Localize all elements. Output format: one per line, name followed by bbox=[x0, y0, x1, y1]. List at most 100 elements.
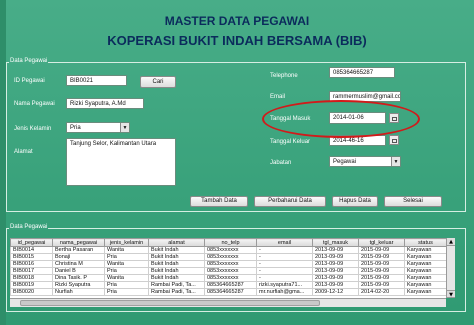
table-cell: 085364665287 bbox=[204, 288, 257, 296]
column-header-tgl-keluar[interactable]: tgl_keluar bbox=[358, 238, 405, 247]
table-cell: 2013-09-09 bbox=[312, 281, 359, 289]
table-cell: Nurfiah bbox=[52, 288, 105, 296]
telephone-label: Telephone bbox=[270, 73, 298, 79]
table-cell: mr.nurfiah@gma... bbox=[256, 288, 313, 296]
table-cell: Rizki Syaputra bbox=[52, 281, 105, 289]
table-row[interactable]: BIB0017 Daniel B Pria Bukit Indah 0853xxxxxx… bbox=[10, 267, 446, 275]
table-cell: 0853xxxxxxx bbox=[204, 253, 257, 261]
table-cell: - bbox=[256, 253, 313, 261]
table-row[interactable]: BIB0014 Bertha Pasaran Wanita Bukit Indah 08… bbox=[10, 246, 446, 254]
table-cell: Dina Tasik. P bbox=[52, 274, 105, 282]
table-cell: 2015-09-09 bbox=[358, 281, 405, 289]
table-cell: Bukit Indah bbox=[148, 260, 205, 268]
table-cell: Bonaji bbox=[52, 253, 105, 261]
column-header-no-telp[interactable]: no_telp bbox=[204, 238, 257, 247]
table-cell: 0853xxxxxxx bbox=[204, 260, 257, 268]
table-cell: Bertha Pasaran bbox=[52, 246, 105, 254]
column-header-status[interactable]: status bbox=[404, 238, 446, 247]
table-cell: BIB0014 bbox=[10, 246, 53, 254]
table-row[interactable]: BIB0018 Dina Tasik. P Wanita Bukit Indah 085… bbox=[10, 274, 446, 282]
page-title: MASTER DATA PEGAWAI bbox=[164, 14, 310, 28]
id-pegawai-label: ID Pegawai bbox=[14, 78, 45, 84]
table-cell: Bukit Indah bbox=[148, 253, 205, 261]
calendar-icon[interactable] bbox=[389, 135, 399, 145]
table-cell: Pria bbox=[104, 253, 149, 261]
table-cell: 2013-09-09 bbox=[312, 274, 359, 282]
email-label: Email bbox=[270, 94, 286, 100]
hapus-data-button[interactable]: Hapus Data bbox=[332, 196, 378, 207]
scroll-up-icon[interactable]: ▲ bbox=[447, 238, 455, 246]
pegawai-table-container[interactable]: id_pegawai nama_pegawai jenis_kelamin alama… bbox=[10, 238, 446, 298]
table-cell: Wanita bbox=[104, 246, 149, 254]
jenis-kelamin-value: Pria bbox=[70, 125, 81, 131]
jabatan-value: Pegawai bbox=[333, 159, 357, 165]
column-header-id-pegawai[interactable]: id_pegawai bbox=[10, 238, 53, 247]
table-cell: Pria bbox=[104, 288, 149, 296]
table-cell: Karyawan bbox=[404, 253, 446, 261]
table-cell: 2013-09-09 bbox=[312, 260, 359, 268]
telephone-field[interactable]: 085364665287 bbox=[329, 67, 395, 78]
table-cell: - bbox=[256, 246, 313, 254]
scroll-down-icon[interactable]: ▼ bbox=[447, 290, 455, 298]
table-cell: Karyawan bbox=[404, 246, 446, 254]
table-cell: - bbox=[256, 274, 313, 282]
table-cell: Rambai Padi, Ta... bbox=[148, 288, 205, 296]
table-cell: 2015-09-09 bbox=[358, 253, 405, 261]
chevron-down-icon[interactable]: ▼ bbox=[391, 157, 400, 166]
table-cell: Wanita bbox=[104, 274, 149, 282]
selesai-button[interactable]: Selesai bbox=[384, 196, 442, 207]
table-cell: rizki.syaputra71... bbox=[256, 281, 313, 289]
jenis-kelamin-label: Jenis Kelamin bbox=[14, 126, 52, 132]
nama-pegawai-field[interactable]: Rizki Syaputra, A.Md bbox=[66, 98, 144, 109]
tambah-data-button[interactable]: Tambah Data bbox=[190, 196, 248, 207]
table-row[interactable]: BIB0020 Nurfiah Pria Rambai Padi, Ta... 0853… bbox=[10, 288, 446, 296]
table-cell: 0853xxxxxxx bbox=[204, 274, 257, 282]
highlight-circle-annotation bbox=[262, 100, 420, 138]
table-cell: Christina M bbox=[52, 260, 105, 268]
table-cell: BIB0020 bbox=[10, 288, 53, 296]
search-button[interactable]: Cari bbox=[140, 76, 176, 88]
tanggal-keluar-label: Tanggal Keluar bbox=[270, 139, 311, 145]
table-cell: BIB0017 bbox=[10, 267, 53, 275]
id-pegawai-field[interactable]: BIB0021 bbox=[66, 75, 127, 86]
table-cell: Bukit Indah bbox=[148, 267, 205, 275]
table-cell: 2015-09-09 bbox=[358, 246, 405, 254]
table-cell: Karyawan bbox=[404, 274, 446, 282]
jabatan-select[interactable]: Pegawai ▼ bbox=[329, 156, 401, 167]
jenis-kelamin-select[interactable]: Pria ▼ bbox=[66, 122, 130, 133]
table-cell: 0853xxxxxxx bbox=[204, 246, 257, 254]
table-cell: 0853xxxxxxx bbox=[204, 267, 257, 275]
perbaharui-data-button[interactable]: Perbaharui Data bbox=[254, 196, 326, 207]
table-cell: BIB0015 bbox=[10, 253, 53, 261]
table-cell: - bbox=[256, 267, 313, 275]
table-cell: BIB0016 bbox=[10, 260, 53, 268]
table-cell: BIB0019 bbox=[10, 281, 53, 289]
column-header-email[interactable]: email bbox=[256, 238, 313, 247]
table-cell: 2013-09-09 bbox=[312, 253, 359, 261]
table-row[interactable]: BIB0016 Christina M Wanita Bukit Indah 0853x… bbox=[10, 260, 446, 268]
table-cell: Daniel B bbox=[52, 267, 105, 275]
nama-pegawai-label: Nama Pegawai bbox=[14, 101, 55, 107]
table-horizontal-scrollbar[interactable] bbox=[10, 298, 446, 307]
table-header-row: id_pegawai nama_pegawai jenis_kelamin alama… bbox=[10, 238, 446, 247]
table-cell: Karyawan bbox=[404, 288, 446, 296]
table-cell: 2015-09-09 bbox=[358, 274, 405, 282]
table-cell: Bukit Indah bbox=[148, 246, 205, 254]
table-row[interactable]: BIB0015 Bonaji Pria Bukit Indah 0853xxxxxxx -… bbox=[10, 253, 446, 261]
column-header-nama-pegawai[interactable]: nama_pegawai bbox=[52, 238, 105, 247]
column-header-jenis-kelamin[interactable]: jenis_kelamin bbox=[104, 238, 149, 247]
form-panel-legend: Data Pegawai bbox=[9, 58, 49, 64]
pegawai-table: id_pegawai nama_pegawai jenis_kelamin alama… bbox=[10, 238, 446, 296]
scroll-thumb[interactable] bbox=[20, 300, 320, 306]
chevron-down-icon[interactable]: ▼ bbox=[120, 123, 129, 132]
column-header-tgl-masuk[interactable]: tgl_masuk bbox=[312, 238, 359, 247]
column-header-alamat[interactable]: alamat bbox=[148, 238, 205, 247]
table-cell: 2013-09-09 bbox=[312, 246, 359, 254]
table-vertical-scrollbar[interactable]: ▲ ▼ bbox=[446, 238, 455, 298]
table-row[interactable]: BIB0019 Rizki Syaputra Pria Rambai Padi, Ta… bbox=[10, 281, 446, 289]
page-subtitle: KOPERASI BUKIT INDAH BERSAMA (BIB) bbox=[107, 33, 367, 48]
table-cell: - bbox=[256, 260, 313, 268]
app-window: MASTER DATA PEGAWAI KOPERASI BUKIT INDAH… bbox=[0, 0, 474, 325]
table-cell: Pria bbox=[104, 267, 149, 275]
alamat-textarea[interactable]: Tanjung Selor, Kalimantan Utara bbox=[66, 138, 176, 186]
